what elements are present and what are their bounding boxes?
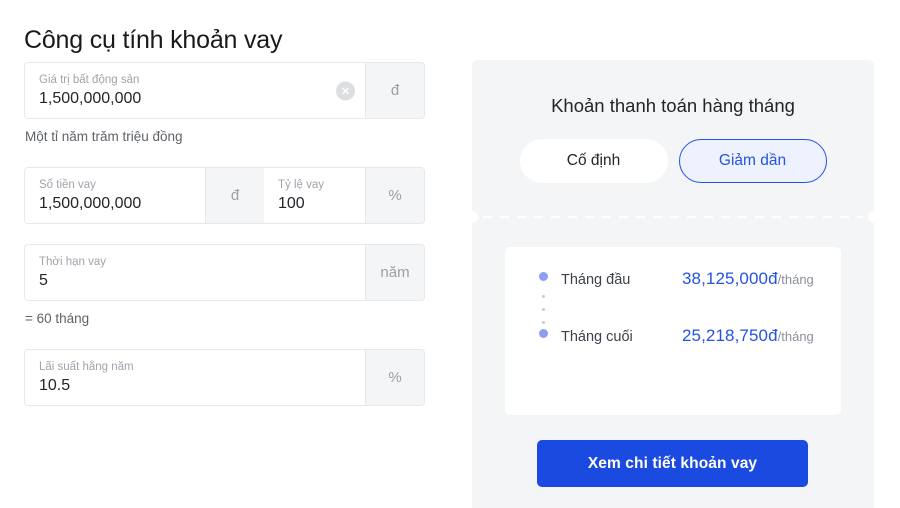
payment-result-list: Tháng đầu 38,125,000đ/tháng Tháng cuối 2… <box>539 269 827 350</box>
property-value-helper: Một tỉ năm trăm triệu đồng <box>25 129 183 144</box>
loan-ratio-input-cell[interactable]: Tỷ lệ vay 100 <box>264 168 365 223</box>
connector-dot-3 <box>542 321 545 324</box>
page-title: Công cụ tính khoản vay <box>24 25 283 54</box>
bullet-dot-icon <box>539 272 548 281</box>
loan-term-label: Thời hạn vay <box>39 255 106 268</box>
last-month-amount-value: 25,218,750đ <box>682 326 778 345</box>
last-month-label: Tháng cuối <box>561 329 633 345</box>
interest-rate-label: Lãi suất hằng năm <box>39 360 134 373</box>
loan-ratio-suffix: % <box>365 168 424 223</box>
payment-result-card: Tháng đầu 38,125,000đ/tháng Tháng cuối 2… <box>505 247 841 415</box>
loan-term-input[interactable]: 5 <box>39 271 351 291</box>
property-value-suffix: đ <box>365 63 424 118</box>
clear-circle-icon[interactable] <box>336 81 355 100</box>
first-month-label: Tháng đầu <box>561 272 631 288</box>
perforation-divider <box>472 211 874 223</box>
connector-dot-2 <box>542 308 545 311</box>
toggle-fixed-payment[interactable]: Cố định <box>519 139 668 183</box>
perforation-dashes <box>483 216 863 218</box>
last-month-amount-unit: /tháng <box>777 329 814 344</box>
panel-heading: Khoản thanh toán hàng tháng <box>551 95 795 116</box>
perforation-notch-right <box>868 211 874 223</box>
loan-term-input-cell[interactable]: Thời hạn vay 5 <box>25 245 365 300</box>
loan-ratio-input[interactable]: 100 <box>278 194 351 214</box>
monthly-payment-panel: Khoản thanh toán hàng tháng Cố định Giảm… <box>472 60 874 508</box>
bullet-dot-icon <box>539 329 548 338</box>
view-loan-details-button[interactable]: Xem chi tiết khoản vay <box>537 440 808 487</box>
first-month-amount-value: 38,125,000đ <box>682 269 778 288</box>
loan-amount-label: Số tiền vay <box>39 178 96 191</box>
loan-ratio-label: Tỷ lệ vay <box>278 178 325 191</box>
field-interest-rate[interactable]: Lãi suất hằng năm 10.5 % <box>24 349 425 406</box>
loan-amount-input-cell[interactable]: Số tiền vay 1,500,000,000 <box>25 168 205 223</box>
property-value-input[interactable]: 1,500,000,000 <box>39 89 351 109</box>
property-value-input-cell[interactable]: Giá trị bất động sản 1,500,000,000 <box>25 63 365 118</box>
loan-calculator-page: Công cụ tính khoản vay Giá trị bất động … <box>0 0 900 508</box>
field-loan-term[interactable]: Thời hạn vay 5 năm <box>24 244 425 301</box>
loan-amount-input[interactable]: 1,500,000,000 <box>39 194 191 214</box>
payment-type-toggle-group: Cố định Giảm dần <box>472 139 874 183</box>
last-month-amount: 25,218,750đ/tháng <box>682 326 814 346</box>
perforation-notch-left <box>472 211 478 223</box>
field-property-value[interactable]: Giá trị bất động sản 1,500,000,000 đ <box>24 62 425 119</box>
field-loan-amount-ratio[interactable]: Số tiền vay 1,500,000,000 đ Tỷ lệ vay 10… <box>24 167 425 224</box>
loan-term-helper: = 60 tháng <box>25 311 90 326</box>
interest-rate-input-cell[interactable]: Lãi suất hằng năm 10.5 <box>25 350 365 405</box>
interest-rate-input[interactable]: 10.5 <box>39 376 351 396</box>
first-month-amount: 38,125,000đ/tháng <box>682 269 814 289</box>
first-month-amount-unit: /tháng <box>777 272 814 287</box>
result-row-last-month: Tháng cuối 25,218,750đ/tháng <box>539 326 827 350</box>
connector-dot-1 <box>542 295 545 298</box>
loan-input-form: Giá trị bất động sản 1,500,000,000 đ Một… <box>24 62 425 406</box>
dots-connector-icon <box>542 295 827 324</box>
property-value-label: Giá trị bất động sản <box>39 73 140 86</box>
loan-amount-suffix: đ <box>205 168 264 223</box>
toggle-declining-payment[interactable]: Giảm dần <box>678 139 827 183</box>
interest-rate-suffix: % <box>365 350 424 405</box>
result-row-first-month: Tháng đầu 38,125,000đ/tháng <box>539 269 827 293</box>
loan-term-suffix: năm <box>365 245 424 300</box>
